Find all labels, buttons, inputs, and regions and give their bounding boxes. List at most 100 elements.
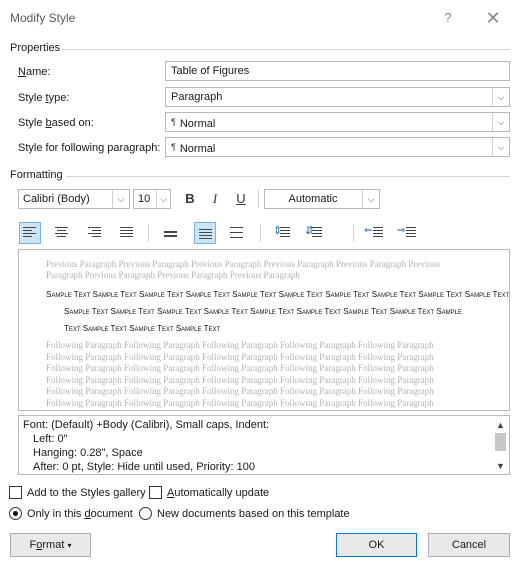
italic-button[interactable]: I — [205, 189, 225, 209]
chevron-down-icon[interactable]: ⌵ — [362, 190, 379, 208]
add-to-gallery-checkbox[interactable] — [9, 486, 22, 499]
style-following-label: Style for following paragraph: — [18, 142, 161, 154]
only-this-document-label: Only in this document — [27, 508, 133, 520]
font-size-value: 10 — [138, 193, 151, 205]
paragraph-mark-icon: ¶ — [171, 142, 176, 152]
toolbar-divider — [260, 224, 261, 242]
sample-text-line-2: Sample Text Sample Text Sample Text Samp… — [64, 307, 462, 316]
properties-divider — [62, 49, 510, 50]
increase-indent-button[interactable]: ⇒ — [396, 222, 418, 244]
font-name-value: Calibri (Body) — [23, 193, 90, 205]
style-preview-pane: Previous Paragraph Previous Paragraph Pr… — [18, 249, 510, 411]
description-line: Left: 0" — [33, 433, 68, 445]
one-half-spacing-icon — [199, 229, 212, 241]
font-color-select[interactable]: Automatic ⌵ — [264, 189, 380, 209]
name-input-value: Table of Figures — [171, 65, 250, 77]
chevron-down-icon[interactable]: ⌵ — [492, 88, 509, 106]
previous-paragraph-text: Previous Paragraph Previous Paragraph Pr… — [46, 259, 440, 280]
only-this-document-radio[interactable] — [9, 507, 22, 520]
paragraph-mark-icon: ¶ — [171, 117, 176, 127]
description-scrollbar[interactable]: ▲ ▼ — [492, 416, 509, 474]
dialog-title: Modify Style — [10, 11, 76, 25]
name-label: Name: — [18, 66, 50, 78]
spacing-lines-icon — [280, 227, 290, 239]
indent-lines-icon — [373, 227, 383, 239]
style-based-on-select[interactable]: ¶ Normal ⌵ — [165, 112, 510, 132]
font-name-select[interactable]: Calibri (Body) ⌵ — [18, 189, 130, 209]
style-type-select[interactable]: Paragraph ⌵ — [165, 87, 510, 107]
style-description-box: Font: (Default) +Body (Calibri), Small c… — [18, 415, 510, 475]
style-based-on-value: Normal — [179, 118, 216, 130]
align-left-icon — [23, 227, 36, 239]
toolbar-divider — [258, 190, 259, 208]
following-paragraph-text: Following Paragraph Following Paragraph … — [46, 340, 434, 408]
style-type-label-pre: Style — [18, 92, 46, 104]
style-following-value: Normal — [179, 143, 216, 155]
sample-text-line-1: Sample Text Sample Text Sample Text Samp… — [46, 290, 510, 299]
align-center-icon — [55, 227, 68, 239]
align-left-button[interactable] — [19, 222, 41, 244]
scroll-down-icon[interactable]: ▼ — [492, 459, 509, 473]
sample-text-line-3: Text Sample Text Sample Text Sample Text — [64, 324, 221, 333]
description-line: Hanging: 0.28", Space — [33, 447, 143, 459]
arrow-left-icon: ⇐ — [364, 225, 373, 236]
description-line: Font: (Default) +Body (Calibri), Small c… — [23, 419, 270, 431]
style-type-label-rest: ype: — [48, 92, 70, 104]
arrow-right-icon: ⇒ — [397, 225, 406, 236]
one-half-spacing-button[interactable] — [194, 222, 216, 244]
decrease-indent-button[interactable]: ⇐ — [363, 222, 385, 244]
style-based-on-label-pre: Style — [18, 117, 46, 129]
single-spacing-icon — [164, 231, 177, 239]
bold-button[interactable]: B — [180, 189, 200, 209]
only-doc-label-pre: Only in this — [27, 508, 85, 520]
align-center-button[interactable] — [51, 222, 73, 244]
justify-button[interactable] — [116, 222, 138, 244]
modify-style-dialog: Modify Style ? ✕ Properties Name: Table … — [0, 0, 515, 565]
scroll-thumb[interactable] — [495, 433, 506, 451]
justify-icon — [120, 227, 133, 239]
chevron-down-icon: ▾ — [67, 541, 72, 550]
double-spacing-icon — [230, 227, 243, 240]
toolbar-divider — [353, 224, 354, 242]
title-bar: Modify Style ? ✕ — [0, 0, 515, 36]
ok-button[interactable]: OK — [336, 533, 417, 557]
chevron-down-icon[interactable]: ⌵ — [492, 113, 509, 131]
new-documents-radio[interactable] — [139, 507, 152, 520]
help-icon[interactable]: ? — [439, 9, 457, 27]
close-icon[interactable]: ✕ — [484, 9, 502, 27]
style-following-select[interactable]: ¶ Normal ⌵ — [165, 137, 510, 157]
scroll-up-icon[interactable]: ▲ — [492, 418, 509, 432]
chevron-down-icon[interactable]: ⌵ — [492, 138, 509, 156]
style-type-value: Paragraph — [171, 91, 223, 103]
align-right-button[interactable] — [84, 222, 106, 244]
auto-update-label-rest: utomatically update — [174, 487, 270, 499]
add-to-gallery-label: Add to the Styles gallery — [27, 487, 146, 499]
only-doc-label-rest: ocument — [90, 508, 133, 520]
spacing-lines-icon — [312, 227, 322, 239]
indent-lines-icon — [406, 227, 416, 239]
auto-update-label: Automatically update — [167, 487, 269, 499]
single-spacing-button[interactable] — [160, 222, 182, 244]
description-line: After: 0 pt, Style: Hide until used, Pri… — [33, 461, 255, 473]
chevron-down-icon[interactable]: ⌵ — [156, 190, 170, 208]
align-right-icon — [88, 227, 101, 239]
font-size-select[interactable]: 10 ⌵ — [133, 189, 171, 209]
format-button[interactable]: Format ▾ — [10, 533, 91, 557]
underline-button[interactable]: U — [231, 189, 251, 209]
double-spacing-button[interactable] — [226, 222, 248, 244]
decrease-paragraph-spacing-button[interactable]: ⇵ — [303, 222, 325, 244]
new-documents-label: New documents based on this template — [157, 508, 350, 520]
style-based-on-label: Style based on: — [18, 117, 94, 129]
name-label-accel: N — [18, 66, 26, 78]
formatting-divider — [66, 176, 510, 177]
cancel-button[interactable]: Cancel — [428, 533, 510, 557]
auto-update-checkbox[interactable] — [149, 486, 162, 499]
chevron-down-icon[interactable]: ⌵ — [112, 190, 129, 208]
increase-paragraph-spacing-button[interactable]: ⇕ — [271, 222, 293, 244]
properties-section-label: Properties — [10, 42, 61, 54]
toolbar-divider — [148, 224, 149, 242]
formatting-section-label: Formatting — [10, 169, 63, 181]
format-label-rest: rmat — [42, 539, 65, 551]
font-color-value: Automatic — [288, 193, 338, 205]
name-input[interactable]: Table of Figures — [165, 61, 510, 81]
